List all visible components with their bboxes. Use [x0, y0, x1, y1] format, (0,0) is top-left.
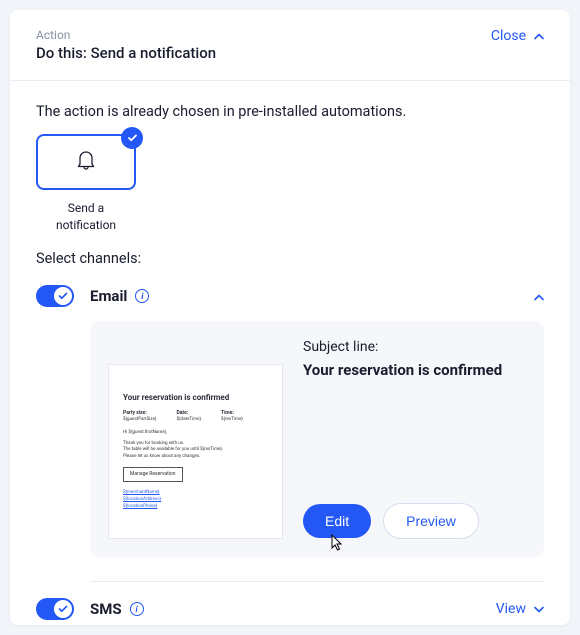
action-card: Action Do this: Send a notification Clos… [10, 10, 570, 625]
checkmark-icon [58, 605, 68, 613]
edit-button[interactable]: Edit [303, 504, 371, 538]
header-title-block: Action Do this: Send a notification [36, 28, 216, 62]
subject-label: Subject line: [303, 339, 526, 355]
sms-view-button[interactable]: View [496, 601, 544, 617]
action-tile-box [36, 134, 136, 190]
card-content: The action is already chosen in pre-inst… [10, 81, 570, 620]
checkmark-icon [58, 292, 68, 300]
channel-left-sms: SMS i [36, 598, 144, 620]
channel-row-email: Email i [36, 285, 544, 307]
header-eyebrow: Action [36, 28, 216, 42]
divider [90, 581, 544, 582]
channel-row-sms: SMS i View [36, 598, 544, 620]
info-icon[interactable]: i [135, 289, 149, 303]
select-channels-label: Select channels: [36, 250, 544, 267]
channel-label-email: Email [90, 287, 127, 305]
close-button[interactable]: Close [491, 28, 544, 44]
toggle-knob [54, 600, 72, 618]
preview-button[interactable]: Preview [383, 503, 479, 539]
email-panel-actions: Edit Preview [303, 503, 526, 539]
action-tile-label-line2: notification [56, 218, 116, 232]
email-panel-right: Subject line: Your reservation is confir… [303, 339, 526, 539]
thumb-manage-button: Manage Reservation [123, 467, 183, 483]
header-title: Do this: Send a notification [36, 44, 216, 62]
card-header: Action Do this: Send a notification Clos… [10, 10, 570, 81]
channel-label-sms: SMS [90, 600, 122, 618]
cursor-icon [329, 534, 345, 552]
subject-value: Your reservation is confirmed [303, 361, 526, 379]
checkmark-badge-icon [121, 127, 143, 149]
thumb-content: Your reservation is confirmed Party size… [123, 392, 268, 511]
email-panel: Your reservation is confirmed Party size… [90, 321, 544, 557]
thumb-footer: ${merchantName} ${locationAddress} ${loc… [123, 490, 268, 510]
info-icon[interactable]: i [130, 602, 144, 616]
action-tile[interactable]: Send a notification [36, 134, 136, 234]
toggle-knob [54, 287, 72, 305]
email-preview-thumbnail[interactable]: Your reservation is confirmed Party size… [108, 364, 283, 539]
channel-name-email: Email i [90, 287, 149, 305]
chevron-up-icon[interactable] [534, 286, 544, 305]
channel-left-email: Email i [36, 285, 149, 307]
close-label: Close [491, 28, 526, 44]
action-tile-label: Send a notification [36, 200, 136, 234]
intro-text: The action is already chosen in pre-inst… [36, 103, 544, 120]
thumb-title: Your reservation is confirmed [123, 392, 268, 404]
channel-name-sms: SMS i [90, 600, 144, 618]
view-label: View [496, 601, 526, 617]
thumb-meta-row: Party size:${guestPartSize} Date:${dateT… [123, 410, 268, 424]
action-tile-label-line1: Send a [68, 201, 104, 215]
bell-icon [74, 148, 98, 176]
sms-toggle[interactable] [36, 598, 74, 620]
edit-button-label: Edit [325, 513, 349, 529]
email-toggle[interactable] [36, 285, 74, 307]
chevron-down-icon [534, 601, 544, 617]
chevron-up-icon [534, 28, 544, 44]
